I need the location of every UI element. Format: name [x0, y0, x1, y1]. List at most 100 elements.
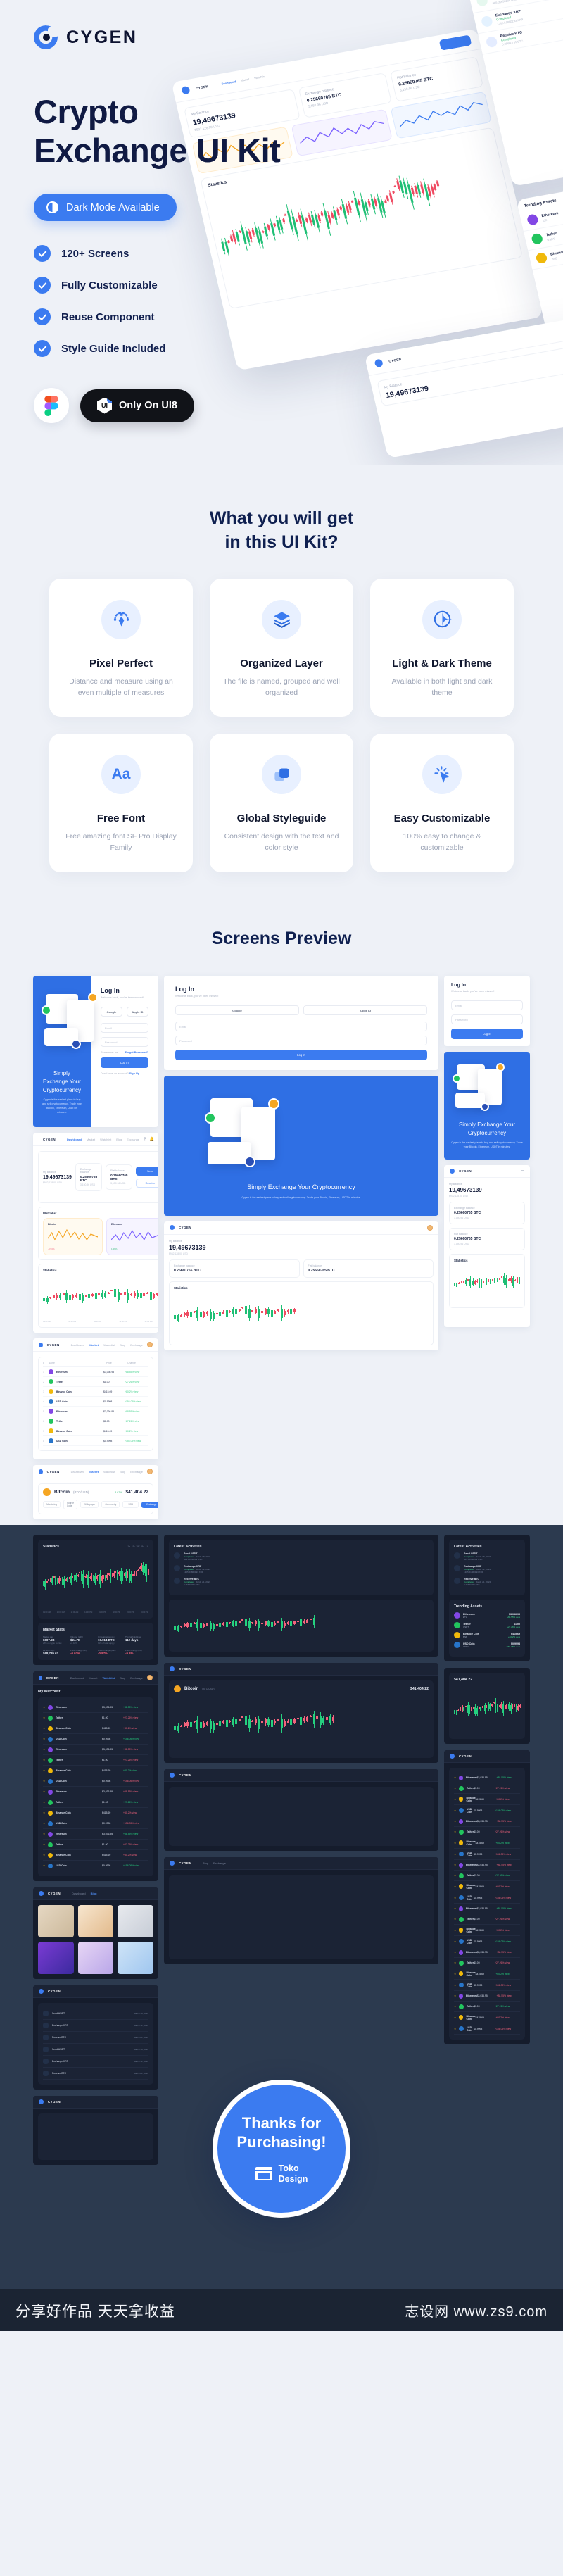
star-icon[interactable]: ★: [454, 1787, 459, 1790]
table-row[interactable]: ★ Ethereum $3,036.95 +88.55% view: [454, 1991, 520, 2002]
nav-exchange[interactable]: Exchange: [130, 1676, 143, 1680]
star-icon[interactable]: ★: [43, 1780, 48, 1783]
blog-thumb[interactable]: [118, 1905, 153, 1938]
table-row[interactable]: ★ Ethereum $3,036.95 +88.55% view: [454, 1947, 520, 1959]
login-submit-button[interactable]: Log In: [175, 1050, 427, 1061]
table-row[interactable]: 1 Ethereum $3,036.95 +88.55% view: [43, 1367, 148, 1378]
star-icon[interactable]: ★: [43, 1843, 48, 1846]
nav-exchange[interactable]: Exchange: [127, 1138, 139, 1141]
table-row[interactable]: 4 USD Coin $0.9998 +156.05% view: [43, 1397, 148, 1407]
star-icon[interactable]: ★: [43, 1822, 48, 1825]
table-row[interactable]: 6 Tether $1.00 +27.26% view: [43, 1416, 148, 1427]
menu-icon[interactable]: ☰: [521, 1169, 524, 1173]
dark-screen-market-mobile[interactable]: CYGEN ★ Ethereum $3,036.95 +88.55% view ★ Tet…: [444, 1750, 530, 2045]
star-icon[interactable]: ★: [454, 1994, 459, 1997]
table-row[interactable]: ★ Tether $1.00 +27.26% view: [43, 1797, 148, 1809]
activity-row[interactable]: Receive BTC Completed March 21, 2022 0.256…: [174, 1578, 429, 1586]
email-field[interactable]: Email: [451, 1000, 523, 1011]
table-row[interactable]: ★ Binance Coin $415.69 +80.2% view: [454, 1925, 520, 1937]
table-row[interactable]: ★ Tether $1.00 +27.26% view: [454, 1827, 520, 1838]
screen-wallet-mobile[interactable]: CYGEN ☰ My Balance 19,49673139 $932,128.…: [444, 1164, 530, 1327]
nav-exchange[interactable]: Exchange: [130, 1343, 143, 1347]
apple-login-button[interactable]: Apple ID: [126, 1007, 148, 1017]
notification-row[interactable]: Exchange XRP March 12, 2022: [43, 2056, 148, 2068]
dark-screen-coin-detail[interactable]: CYGEN Bitcoin (BTC/USD) $41,404.22: [164, 1663, 438, 1764]
receive-button[interactable]: Receive: [136, 1179, 158, 1188]
dark-mode-badge[interactable]: Dark Mode Available: [34, 194, 177, 222]
screen-promo-mobile[interactable]: Simply Exchange Your Cryptocurrency Cyge…: [444, 1052, 530, 1160]
nav-watchlist[interactable]: Watchlist: [103, 1343, 115, 1347]
currency-select[interactable]: USD: [122, 1501, 139, 1509]
table-row[interactable]: ★ Binance Coin $415.69 +80.2% view: [43, 1766, 148, 1777]
table-row[interactable]: ★ Ethereum $3,036.95 +88.55% view: [43, 1702, 148, 1714]
notification-row[interactable]: Receive BTC March 21, 2022: [43, 2032, 148, 2044]
avatar[interactable]: [147, 1675, 153, 1681]
blog-thumb[interactable]: [118, 1942, 153, 1975]
star-icon[interactable]: ★: [43, 1790, 48, 1793]
star-icon[interactable]: ★: [454, 1951, 459, 1954]
email-field[interactable]: Email: [175, 1022, 427, 1032]
table-row[interactable]: ★ Binance Coin $415.69 +80.2% view: [454, 2012, 520, 2024]
activity-row[interactable]: Exchange XRP Completed March 12, 2022 1305…: [454, 1565, 520, 1573]
star-icon[interactable]: ★: [43, 1811, 48, 1814]
table-row[interactable]: ★ USD Coin $0.9998 +156.05% view: [43, 1776, 148, 1788]
table-row[interactable]: 2 Tether $1.00 +27.26% view: [43, 1377, 148, 1388]
dark-screen-blog[interactable]: CYGEN Dashboard Blog: [33, 1887, 158, 1980]
star-icon[interactable]: ★: [43, 1727, 48, 1730]
screen-login-mobile-small[interactable]: Log In Welcome back, you've been missed!…: [444, 976, 530, 1047]
notification-row[interactable]: Exchange XRP March 12, 2022: [43, 2020, 148, 2032]
tab-whitepaper[interactable]: Whitepaper: [80, 1501, 99, 1509]
dark-screen-statistics[interactable]: Statistics 1h 1D 1W 1M 1Y 09:00 AM 10:00 …: [33, 1535, 158, 1666]
tab-monitoring[interactable]: Monitoring: [43, 1501, 61, 1509]
send-button[interactable]: Send: [136, 1167, 158, 1176]
nav-market[interactable]: Market: [89, 1343, 99, 1347]
table-row[interactable]: ★ Ethereum $3,036.95 +88.55% view: [43, 1745, 148, 1756]
table-row[interactable]: ★ Tether $1.00 +27.26% view: [454, 1871, 520, 1882]
star-icon[interactable]: ★: [43, 1801, 48, 1804]
signup-link[interactable]: Sign Up: [129, 1072, 139, 1075]
avatar[interactable]: [147, 1469, 153, 1475]
password-field[interactable]: Password: [100, 1037, 148, 1048]
star-icon[interactable]: ★: [454, 1830, 459, 1833]
exchange-button[interactable]: Exchange: [141, 1501, 158, 1508]
nav-dashboard[interactable]: Dashboard: [67, 1138, 82, 1141]
login-submit-button[interactable]: Log In: [451, 1029, 523, 1040]
table-row[interactable]: ★ Tether $1.00 +27.26% view: [454, 1958, 520, 1969]
star-icon[interactable]: ★: [454, 1961, 459, 1964]
table-row[interactable]: ★ Tether $1.00 +27.26% view: [43, 1713, 148, 1724]
search-icon[interactable]: ⚲: [144, 1137, 146, 1141]
star-icon[interactable]: ★: [454, 1864, 459, 1866]
nav-dashboard[interactable]: Dashboard: [71, 1470, 85, 1474]
table-row[interactable]: ★ Binance Coin $415.69 +80.2% view: [454, 1794, 520, 1806]
screen-market-light[interactable]: CYGEN Dashboard Market Watchlist Blog Ex…: [33, 1338, 158, 1460]
star-icon[interactable]: ★: [454, 2028, 459, 2030]
star-icon[interactable]: ★: [454, 1842, 459, 1845]
nav-exchange[interactable]: Exchange: [213, 1861, 226, 1865]
email-field[interactable]: Email: [100, 1023, 148, 1033]
table-row[interactable]: ★ USD Coin $0.9998 +156.05% view: [454, 1849, 520, 1861]
table-row[interactable]: ★ Binance Coin $415.69 +80.2% view: [454, 1881, 520, 1893]
table-row[interactable]: ★ USD Coin $0.9998 +156.05% view: [454, 1936, 520, 1948]
table-row[interactable]: ★ USD Coin $0.9998 +156.05% view: [43, 1818, 148, 1830]
notification-row[interactable]: Receive BTC March 21, 2022: [43, 2068, 148, 2080]
nav-market[interactable]: Market: [87, 1138, 95, 1141]
table-row[interactable]: ★ USD Coin $0.9998 +156.05% view: [43, 1861, 148, 1872]
dark-screen-settings[interactable]: CYGEN: [33, 2096, 158, 2166]
nav-blog[interactable]: Blog: [91, 1892, 97, 1895]
nav-dashboard[interactable]: Dashboard: [72, 1892, 86, 1895]
star-icon[interactable]: ★: [454, 1984, 459, 1987]
star-icon[interactable]: ★: [454, 1809, 459, 1812]
screen-login-mobile[interactable]: Log In Welcome back, you've been missed!…: [164, 976, 438, 1071]
dark-screen-security[interactable]: CYGEN Blog Exchange: [164, 1857, 438, 1965]
star-icon[interactable]: ★: [43, 1759, 48, 1761]
password-field[interactable]: Password: [175, 1036, 427, 1046]
screen-dashboard-tablet[interactable]: CYGEN My Balance 19,49673139 $932,128.00…: [164, 1221, 438, 1350]
nav-watchlist[interactable]: Watchlist: [103, 1470, 115, 1474]
star-icon[interactable]: ★: [454, 1798, 459, 1801]
table-row[interactable]: ★ Binance Coin $415.69 +80.2% view: [43, 1723, 148, 1735]
table-row[interactable]: ★ Binance Coin $415.69 +80.2% view: [43, 1850, 148, 1861]
activity-row[interactable]: Send USDT Completed March 18, 2022 969.066…: [454, 1552, 520, 1561]
nav-market[interactable]: Market: [89, 1470, 99, 1474]
table-row[interactable]: ★ Tether $1.00 +27.26% view: [454, 1914, 520, 1925]
table-row[interactable]: ★ Binance Coin $415.69 +80.2% view: [454, 1968, 520, 1980]
